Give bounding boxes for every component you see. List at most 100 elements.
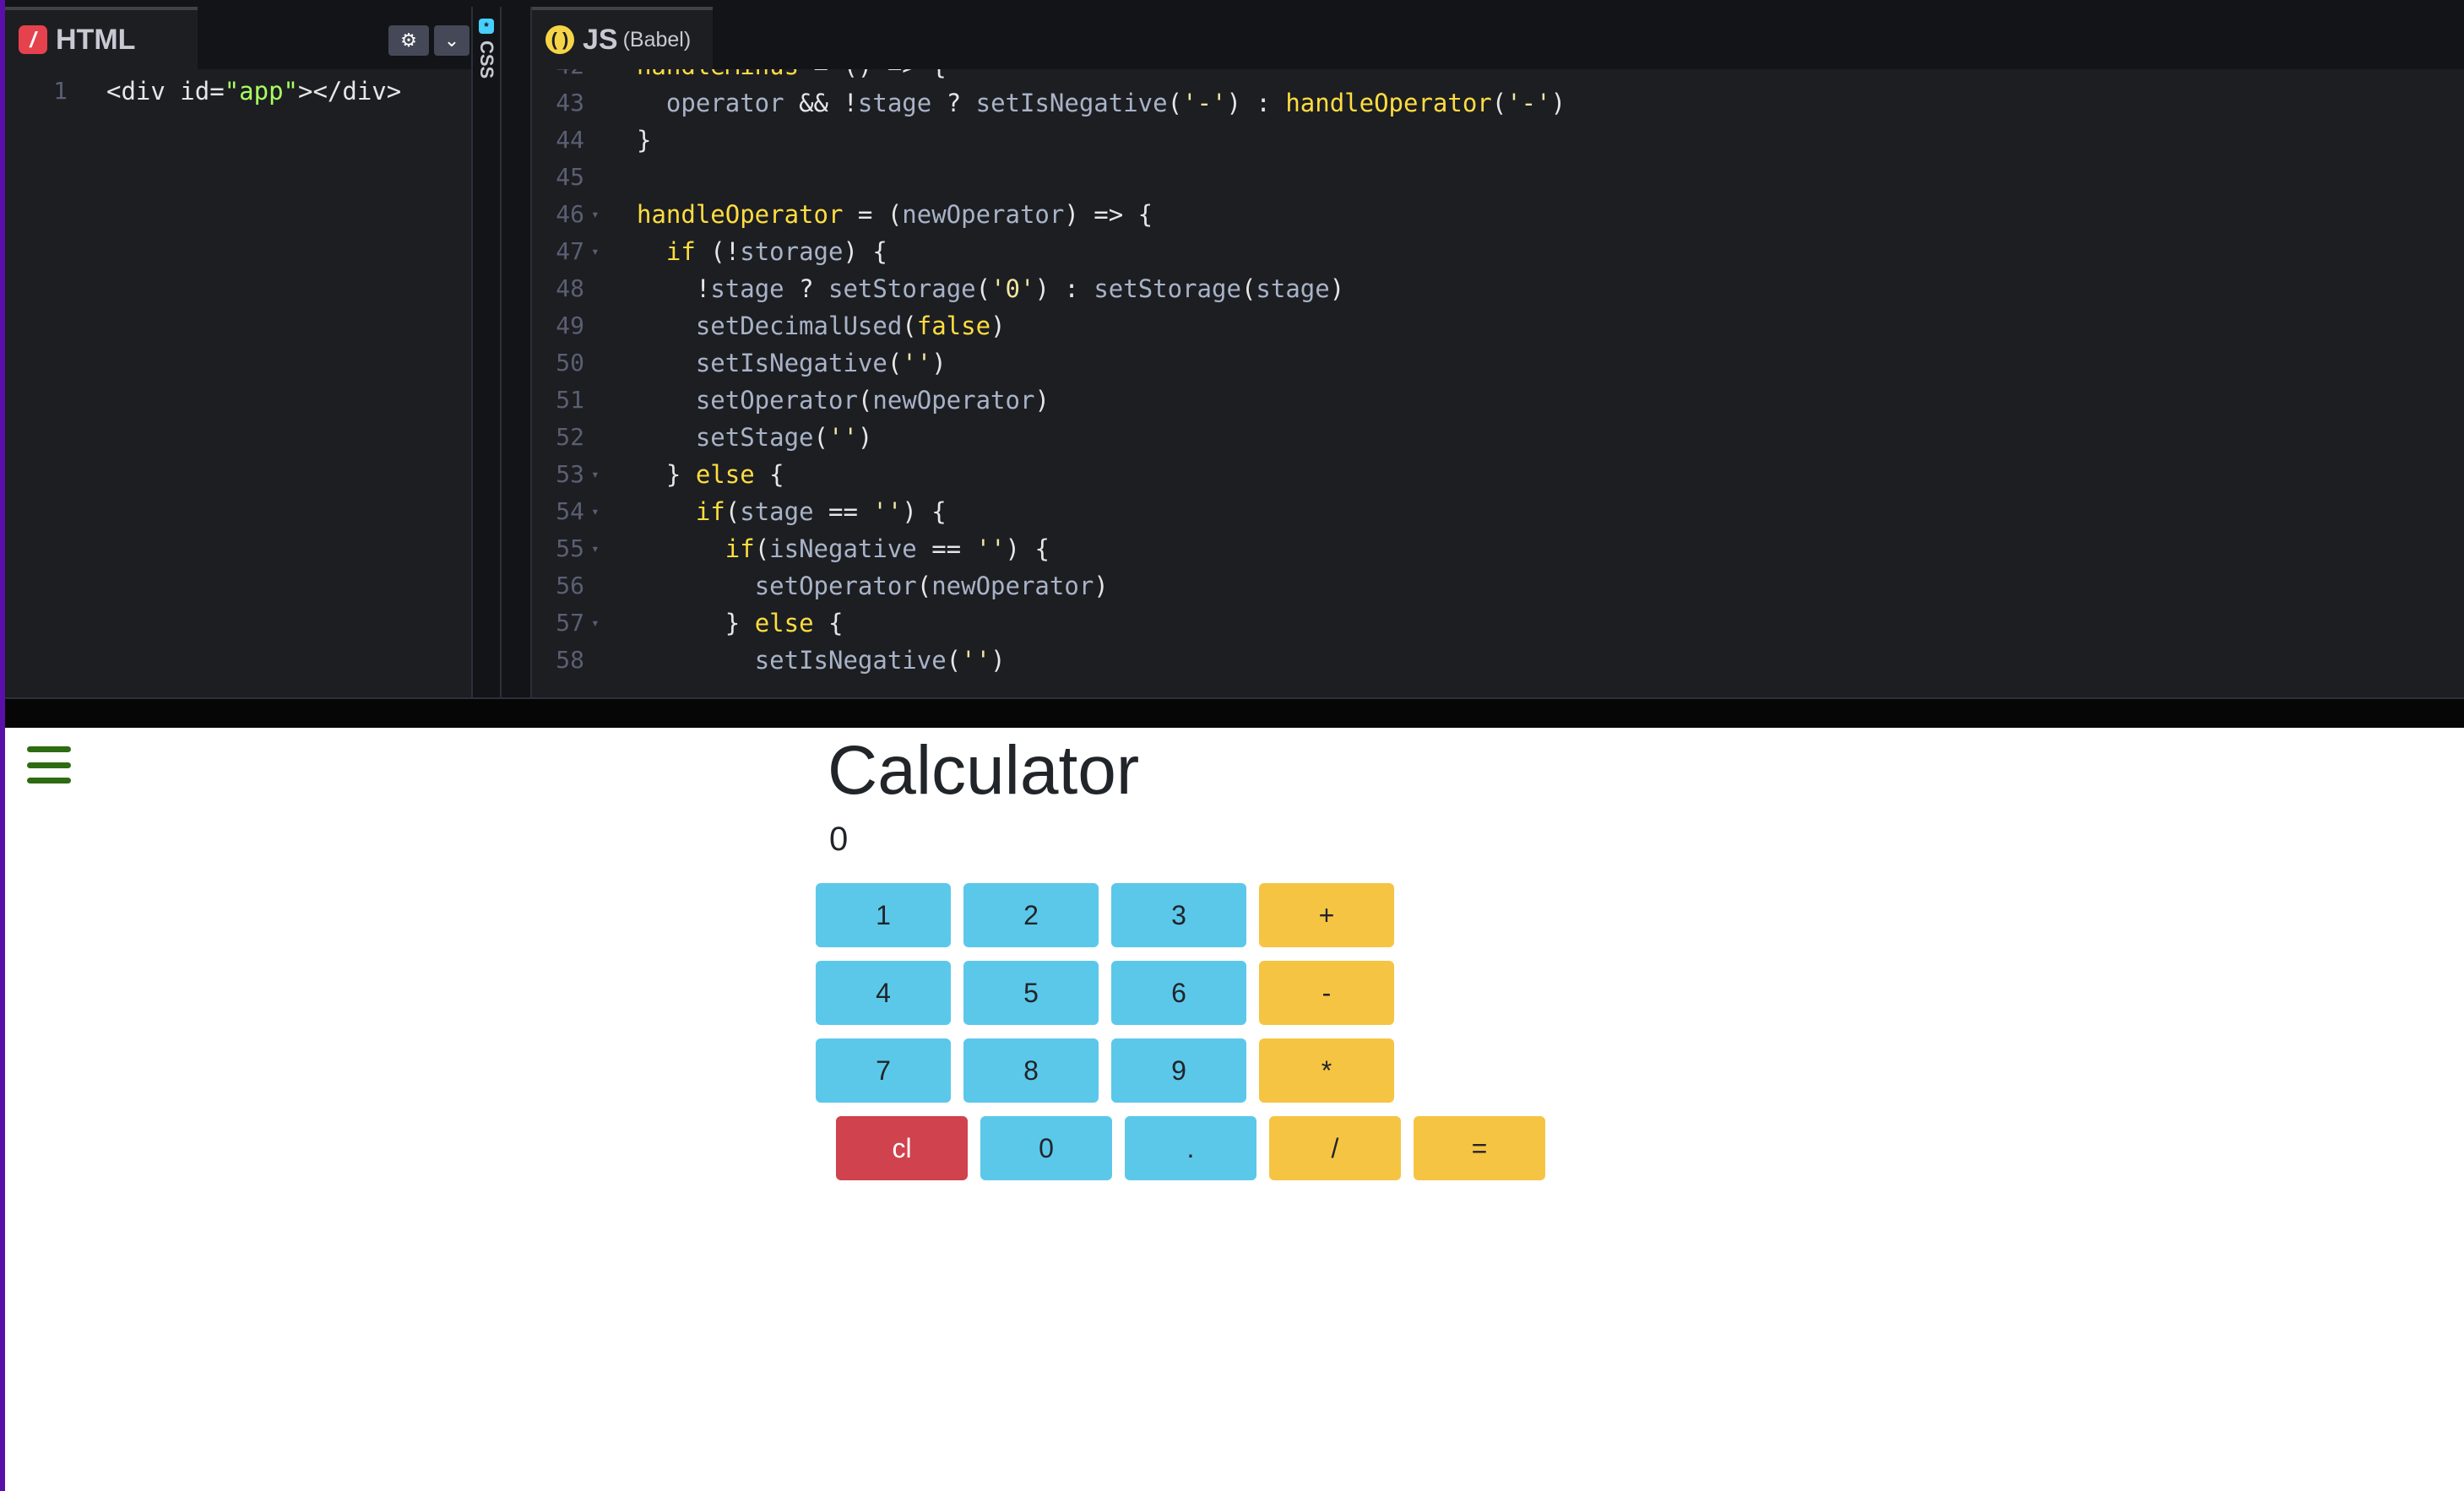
line-number: 45: [556, 163, 584, 191]
code-text: } else {: [637, 609, 844, 637]
code-line: 57 ▾ } else {: [532, 605, 2464, 642]
code-line: 52 setStage(''): [532, 419, 2464, 456]
line-number: 1: [53, 77, 68, 105]
code-text: <div id="app"></div>: [106, 77, 402, 106]
line-number: 58: [556, 646, 584, 674]
window-left-edge: [0, 0, 5, 1491]
button-8[interactable]: 8: [963, 1038, 1099, 1103]
css-icon: *: [479, 19, 494, 34]
button-6[interactable]: 6: [1111, 961, 1246, 1025]
button-2[interactable]: 2: [963, 883, 1099, 947]
code-line: 45: [532, 159, 2464, 196]
fold-arrow-icon[interactable]: ▾: [591, 605, 600, 642]
code-text: setOperator(newOperator): [695, 386, 1050, 415]
result-preview: Calculator 0 1 2 3 + 4 5 6 - 7 8 9 * cl …: [0, 728, 2464, 1491]
button-3[interactable]: 3: [1111, 883, 1246, 947]
code-text: } else {: [637, 460, 784, 489]
line-number: 44: [556, 126, 584, 154]
button-1[interactable]: 1: [816, 883, 951, 947]
code-line: 56 setOperator(newOperator): [532, 567, 2464, 605]
code-editor: / HTML ⚙ ⌄ 1 <div id="app"></div> * CSS (…: [0, 0, 2464, 697]
line-number: 57: [556, 609, 584, 637]
line-number: 46: [556, 200, 584, 228]
code-text: if(stage == '') {: [695, 497, 947, 526]
code-line: 46 ▾ handleOperator = (newOperator) => {: [532, 196, 2464, 233]
fold-arrow-icon[interactable]: ▾: [591, 233, 600, 270]
code-line: 43 operator && !stage ? setIsNegative('-…: [532, 84, 2464, 122]
code-text: operator && !stage ? setIsNegative('-') …: [665, 89, 1566, 117]
line-number: 50: [556, 349, 584, 377]
code-line: 44}: [532, 122, 2464, 159]
code-line: 50 setIsNegative(''): [532, 344, 2464, 382]
line-number: 49: [556, 312, 584, 339]
line-number: 55: [556, 534, 584, 562]
fold-arrow-icon[interactable]: ▾: [591, 530, 600, 567]
line-number: 47: [556, 237, 584, 265]
editor-preview-splitter[interactable]: [0, 697, 2464, 728]
line-number: 48: [556, 274, 584, 302]
fold-arrow-icon[interactable]: ▾: [591, 196, 600, 233]
line-number: 53: [556, 460, 584, 488]
code-line: 54 ▾ if(stage == '') {: [532, 493, 2464, 530]
settings-gear-icon[interactable]: ⚙: [388, 25, 429, 56]
button-7[interactable]: 7: [816, 1038, 951, 1103]
css-tab-label: CSS: [476, 41, 497, 79]
fold-arrow-icon[interactable]: ▾: [591, 69, 600, 84]
code-text: if (!storage) {: [665, 237, 887, 266]
hamburger-menu-icon[interactable]: [27, 746, 71, 783]
code-text: setIsNegative(''): [754, 646, 1006, 675]
js-tab-sublabel: (Babel): [622, 27, 692, 52]
tab-js[interactable]: ( ) JS (Babel): [532, 7, 713, 69]
line-number: 51: [556, 386, 584, 414]
fold-arrow-icon[interactable]: ▾: [591, 493, 600, 530]
button-0[interactable]: 0: [980, 1116, 1112, 1180]
button-5[interactable]: 5: [963, 961, 1099, 1025]
js-tab-label: JS: [583, 23, 618, 56]
line-number: 43: [556, 89, 584, 117]
multiply-button[interactable]: *: [1259, 1038, 1394, 1103]
button-9[interactable]: 9: [1111, 1038, 1246, 1103]
page-title: Calculator: [828, 732, 1140, 809]
html-tab-controls: ⚙ ⌄: [388, 25, 469, 56]
fold-arrow-icon[interactable]: ▾: [591, 456, 600, 493]
code-text: handleOperator = (newOperator) => {: [637, 200, 1153, 229]
tab-html[interactable]: / HTML: [5, 7, 198, 69]
code-text: setStage(''): [695, 423, 873, 452]
html-code-area[interactable]: 1 <div id="app"></div>: [5, 69, 471, 697]
code-text: setDecimalUsed(false): [695, 312, 1006, 340]
js-tabbar: ( ) JS (Babel): [532, 7, 2464, 69]
plus-button[interactable]: +: [1259, 883, 1394, 947]
equals-button[interactable]: =: [1414, 1116, 1545, 1180]
html-icon: /: [19, 25, 47, 54]
code-line: 47 ▾ if (!storage) {: [532, 233, 2464, 270]
chevron-down-icon[interactable]: ⌄: [434, 25, 469, 56]
html-tabbar: / HTML ⚙ ⌄: [5, 7, 471, 69]
code-line: 49 setDecimalUsed(false): [532, 307, 2464, 344]
decimal-button[interactable]: .: [1125, 1116, 1256, 1180]
html-editor-panel: / HTML ⚙ ⌄ 1 <div id="app"></div>: [5, 7, 471, 697]
clear-button[interactable]: cl: [836, 1116, 968, 1180]
js-code-area[interactable]: 42▾handleMinus = () => {43 operator && !…: [532, 69, 2464, 697]
js-editor-panel: ( ) JS (Babel) 42▾handleMinus = () => {4…: [532, 7, 2464, 697]
code-line: 1 <div id="app"></div>: [5, 73, 471, 110]
code-line: 42 ▾ handleMinus = () => {: [532, 69, 2464, 84]
code-line: 53 ▾ } else {: [532, 456, 2464, 493]
calculator-display: 0: [829, 821, 849, 858]
tab-css[interactable]: * CSS: [476, 19, 497, 95]
code-text: setIsNegative(''): [695, 349, 947, 377]
panel-resize-handle[interactable]: [502, 7, 532, 697]
code-text: }: [637, 126, 652, 155]
code-text: if(isNegative == '') {: [725, 534, 1050, 563]
divide-button[interactable]: /: [1269, 1116, 1401, 1180]
code-line: 55 ▾ if(isNegative == '') {: [532, 530, 2464, 567]
minus-button[interactable]: -: [1259, 961, 1394, 1025]
button-4[interactable]: 4: [816, 961, 951, 1025]
code-text: handleMinus = () => {: [637, 69, 947, 84]
line-number: 52: [556, 423, 584, 451]
line-number: 56: [556, 572, 584, 599]
line-number: 42: [532, 69, 584, 84]
code-text: !stage ? setStorage('0') : setStorage(st…: [637, 274, 1345, 303]
line-number: 54: [556, 497, 584, 525]
css-editor-panel-collapsed[interactable]: * CSS: [471, 7, 502, 697]
js-babel-icon: ( ): [545, 25, 574, 54]
